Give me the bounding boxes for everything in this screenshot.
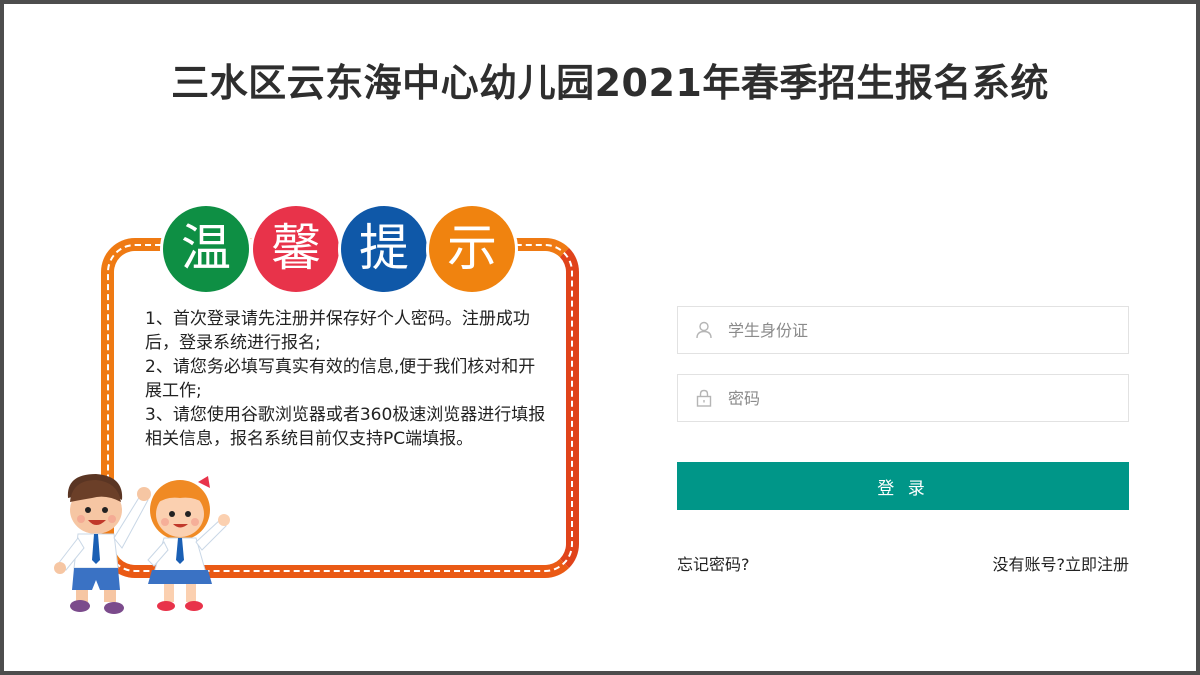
page-title: 三水区云东海中心幼儿园2021年春季招生报名系统: [171, 61, 1049, 105]
kids-illustration: [54, 474, 230, 614]
student-id-input[interactable]: [728, 307, 1118, 353]
boy-figure: [54, 474, 151, 614]
notice-tips: 1、首次登录请先注册并保存好个人密码。注册成功后，登录系统进行报名; 2、请您务…: [145, 307, 550, 451]
notice-badge-char: 温: [181, 219, 231, 277]
user-icon: [696, 321, 712, 339]
notice-badge-3: 提: [341, 206, 427, 292]
notice-tip-1: 1、首次登录请先注册并保存好个人密码。注册成功后，登录系统进行报名;: [145, 309, 530, 353]
notice-tip-2: 2、请您务必填写真实有效的信息,便于我们核对和开展工作;: [145, 357, 536, 401]
login-button[interactable]: 登 录: [677, 462, 1129, 510]
forgot-password-link[interactable]: 忘记密码?: [677, 551, 750, 575]
notice-badge-char: 示: [447, 219, 497, 277]
notice-badge-2: 馨: [253, 206, 339, 292]
notice-badge-1: 温: [163, 206, 249, 292]
register-link[interactable]: 没有账号?立即注册: [993, 551, 1130, 575]
password-field[interactable]: [677, 374, 1129, 422]
notice-badge-char: 馨: [271, 219, 321, 277]
lock-icon: [696, 389, 712, 407]
password-input[interactable]: [728, 375, 1118, 421]
notice-badge-4: 示: [429, 206, 515, 292]
notice-tip-3: 3、请您使用谷歌浏览器或者360极速浏览器进行填报相关信息，报名系统目前仅支持P…: [145, 405, 546, 449]
student-id-field[interactable]: [677, 306, 1129, 354]
girl-figure: [147, 476, 230, 611]
notice-badge-char: 提: [359, 219, 409, 277]
